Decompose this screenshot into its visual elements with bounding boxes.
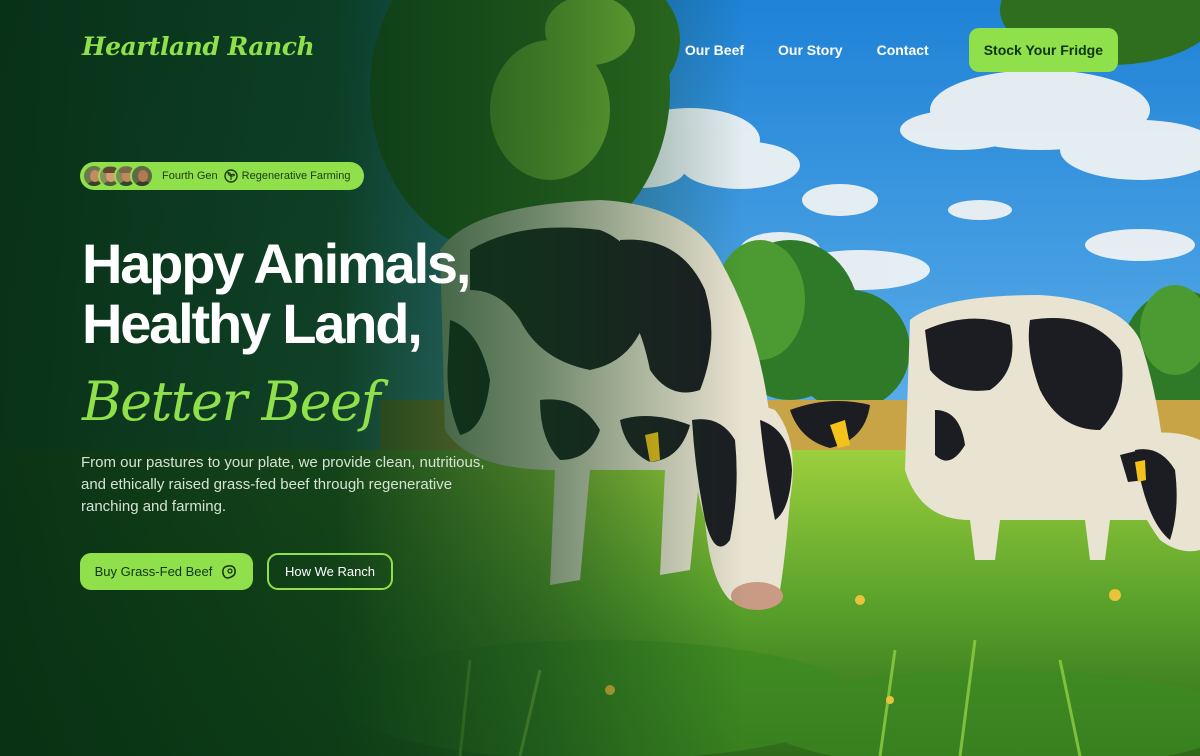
- avatar-group: [82, 164, 154, 188]
- hero-headline: Happy Animals, Healthy Land,: [82, 232, 471, 355]
- steak-icon: [222, 564, 237, 579]
- badge-label-fourth-gen: Fourth Gen: [162, 170, 218, 182]
- headline-line-2: Healthy Land,: [82, 292, 423, 355]
- badge-label-regenerative-farming: Regenerative Farming: [241, 170, 351, 182]
- hero-subtext: From our pastures to your plate, we prov…: [81, 454, 485, 515]
- avatar: [130, 164, 154, 188]
- nav-link-contact[interactable]: Contact: [877, 42, 929, 58]
- heritage-badge: Fourth Gen Regenerative Farming: [80, 162, 364, 190]
- stock-your-fridge-button[interactable]: Stock Your Fridge: [968, 28, 1118, 72]
- nav-link-our-beef[interactable]: Our Beef: [685, 42, 744, 58]
- buy-button-label: Buy Grass-Fed Beef: [94, 564, 213, 579]
- nav-link-our-story[interactable]: Our Story: [778, 42, 843, 58]
- buy-grass-fed-beef-button[interactable]: Buy Grass-Fed Beef: [80, 553, 253, 590]
- brand-logo[interactable]: Heartland Ranch: [82, 32, 315, 61]
- headline-line-1: Happy Animals,: [82, 232, 471, 295]
- sprout-icon: [223, 169, 238, 183]
- headline-accent: Better Beef: [82, 370, 381, 433]
- main-nav: Our Beef Our Story Contact Stock Your Fr…: [685, 28, 1118, 72]
- how-we-ranch-button[interactable]: How We Ranch: [267, 553, 393, 590]
